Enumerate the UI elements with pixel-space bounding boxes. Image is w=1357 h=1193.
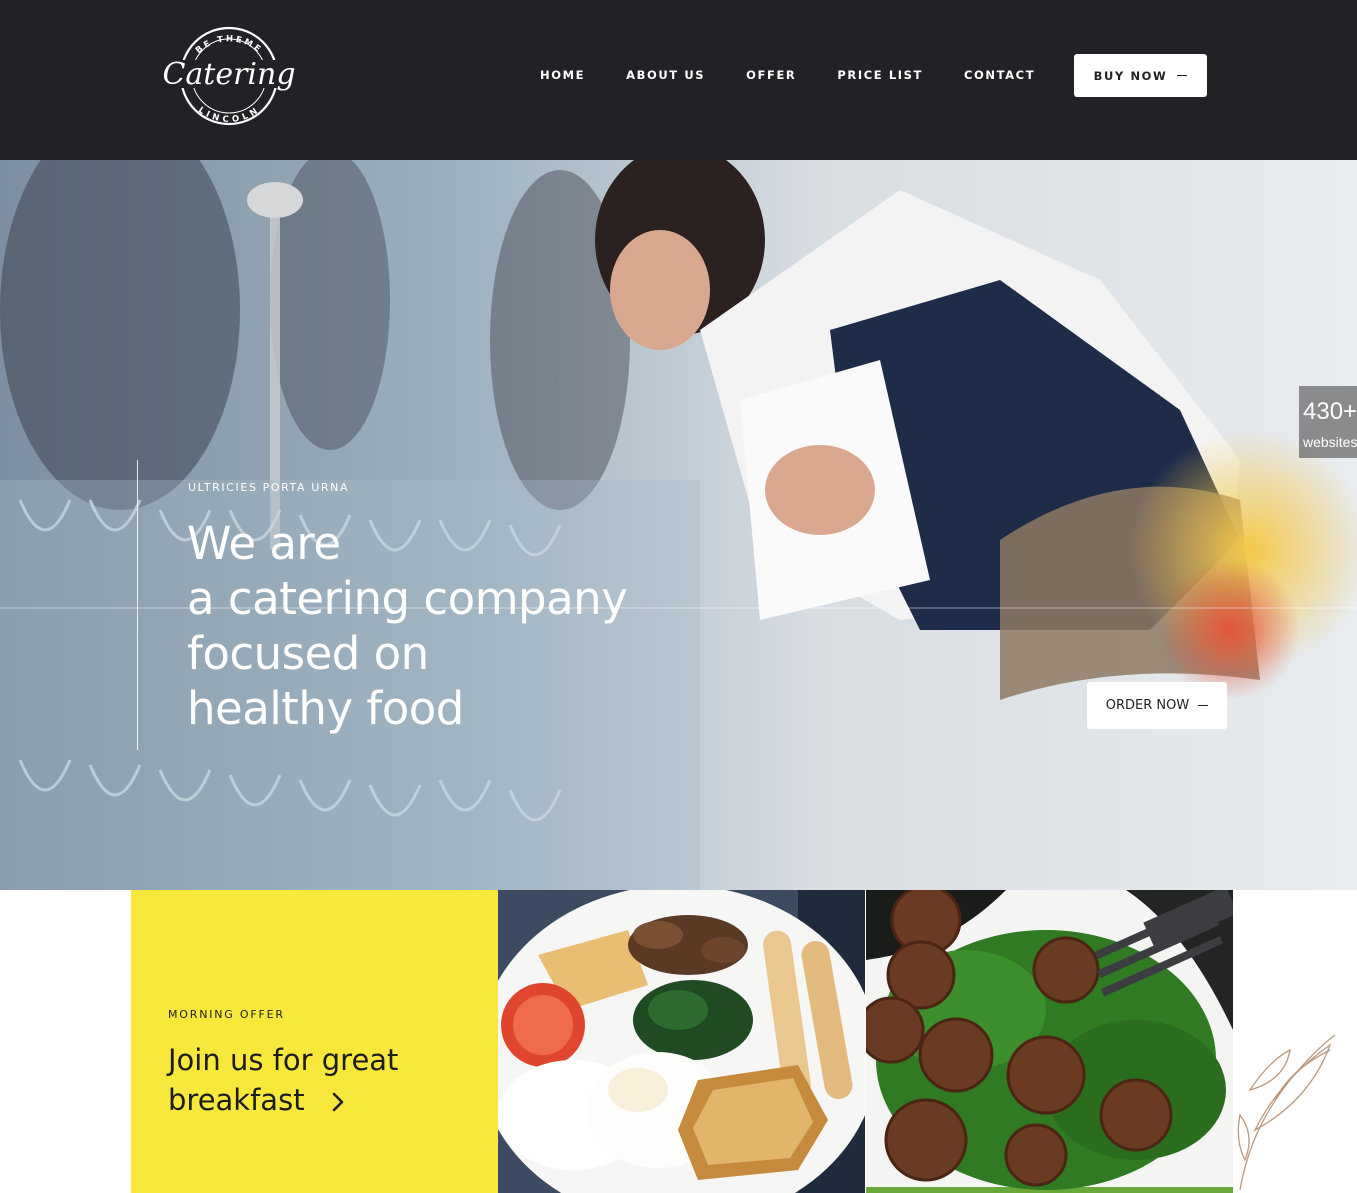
badge-label: websites xyxy=(1303,434,1357,450)
nav-home[interactable]: HOME xyxy=(540,68,585,82)
svg-text:BE THEME: BE THEME xyxy=(194,34,264,56)
catering-logo[interactable]: BE THEME LINCOLN Catering xyxy=(160,26,298,126)
site-header: BE THEME LINCOLN Catering HOME ABOUT US … xyxy=(0,0,1357,160)
hero-eyebrow: ULTRICIES PORTA URNA xyxy=(188,481,350,494)
nav-contact[interactable]: CONTACT xyxy=(964,68,1035,82)
dash-icon xyxy=(1198,704,1209,707)
offer-title: Join us for great breakfast xyxy=(168,1040,398,1122)
offer-eyebrow: MORNING OFFER xyxy=(168,1008,285,1021)
hero-vertical-divider xyxy=(137,460,138,750)
offer-title-line: Join us for great xyxy=(168,1043,399,1077)
leaf-decoration-icon xyxy=(1230,1020,1357,1193)
order-now-label: ORDER NOW xyxy=(1105,698,1190,713)
buy-now-label: BUY NOW xyxy=(1093,68,1168,83)
nav-about-us[interactable]: ABOUT US xyxy=(626,68,705,82)
chevron-right-icon[interactable] xyxy=(332,1082,344,1122)
meatballs-salad-image xyxy=(866,890,1233,1193)
morning-offer-card[interactable]: MORNING OFFER Join us for great breakfas… xyxy=(131,890,498,1193)
hero-title-line: a catering company xyxy=(187,572,628,625)
nav-price-list[interactable]: PRICE LIST xyxy=(837,68,923,82)
logo-wordmark: Catering xyxy=(162,57,295,92)
catering-badge-logo-icon: BE THEME LINCOLN Catering xyxy=(160,26,298,126)
badge-number: 430+ xyxy=(1303,398,1357,425)
order-now-button[interactable]: ORDER NOW xyxy=(1087,682,1227,729)
hero-title-line: We are xyxy=(187,517,341,570)
offer-title-line: breakfast xyxy=(168,1083,305,1117)
hero-section: ULTRICIES PORTA URNA We are a catering c… xyxy=(0,160,1357,890)
hero-title-line: healthy food xyxy=(187,682,464,735)
hero-title: We are a catering company focused on hea… xyxy=(187,516,628,736)
hero-title-line: focused on xyxy=(187,627,429,680)
websites-count-badge[interactable]: 430+ websites xyxy=(1299,386,1357,458)
buy-now-button[interactable]: BUY NOW xyxy=(1074,54,1207,97)
dash-icon xyxy=(1177,74,1188,77)
nav-offer[interactable]: OFFER xyxy=(746,68,796,82)
svg-text:LINCOLN: LINCOLN xyxy=(196,105,261,125)
main-nav: HOME ABOUT US OFFER PRICE LIST CONTACT xyxy=(540,68,1076,82)
breakfast-plate-image xyxy=(498,890,865,1193)
